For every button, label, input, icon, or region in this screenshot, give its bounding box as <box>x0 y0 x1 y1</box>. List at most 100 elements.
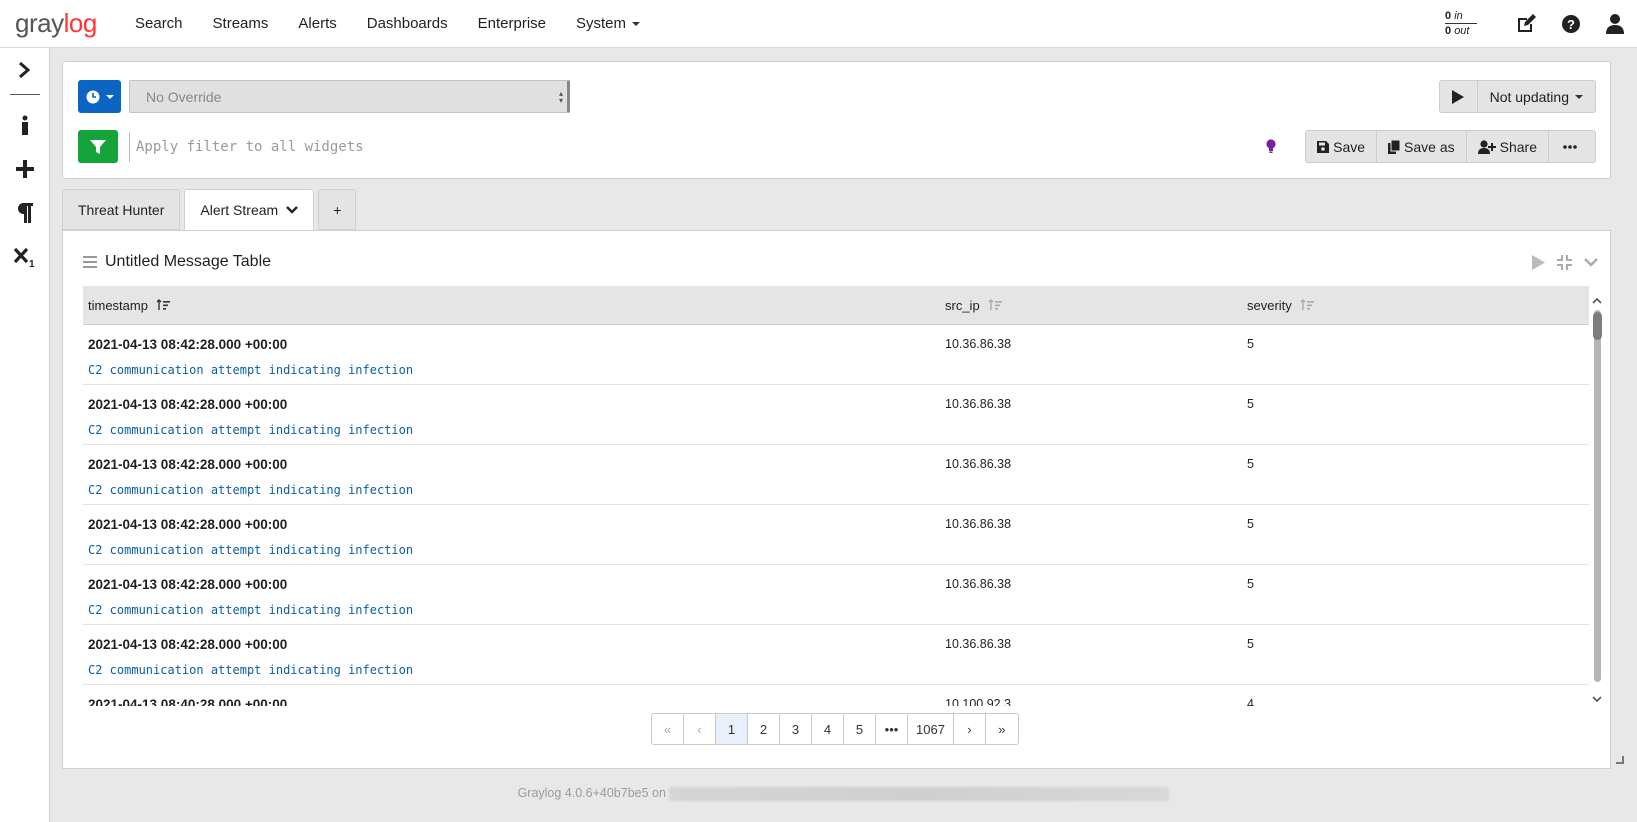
table-row[interactable]: 2021-04-13 08:42:28.000 +00:00 10.36.86.… <box>83 565 1589 625</box>
user-plus-icon <box>1477 139 1496 154</box>
subscript-icon[interactable]: 1 <box>0 235 50 279</box>
plus-icon[interactable] <box>0 147 50 191</box>
column-header-timestamp[interactable]: timestamp <box>83 298 940 313</box>
table-scrollbar[interactable] <box>1590 298 1604 706</box>
paragraph-icon[interactable] <box>0 191 50 235</box>
table-row[interactable]: 2021-04-13 08:42:28.000 +00:00 10.36.86.… <box>83 625 1589 685</box>
page-4-button[interactable]: 4 <box>812 714 844 744</box>
row-src-ip: 10.36.86.38 <box>945 517 1012 531</box>
row-severity: 5 <box>1247 337 1254 351</box>
dashboard-workspace: Untitled Message Table timestamp src_ip … <box>62 230 1611 769</box>
scroll-up-icon[interactable] <box>1592 298 1602 304</box>
widget-resize-handle[interactable] <box>1616 756 1624 764</box>
row-severity: 4 <box>1247 697 1254 706</box>
expand-sidebar-chevron-icon[interactable] <box>0 48 50 92</box>
compress-icon[interactable] <box>1557 255 1572 270</box>
widget-filter-input[interactable] <box>129 132 1129 162</box>
column-header-src-ip[interactable]: src_ip <box>940 298 1242 313</box>
nav-system-dropdown[interactable]: System <box>561 0 655 48</box>
scroll-thumb[interactable] <box>1593 312 1602 340</box>
left-sidebar: 1 <box>0 48 50 822</box>
page-ellipsis-button[interactable]: ••• <box>876 714 908 744</box>
row-message: C2 communication attempt indicating infe… <box>88 423 414 437</box>
dashboard-actions: Save Save as Share <box>1305 130 1596 163</box>
play-refresh-button[interactable] <box>1440 80 1478 113</box>
chevron-down-icon[interactable] <box>286 206 299 214</box>
scroll-down-icon[interactable] <box>1592 696 1602 702</box>
row-severity: 5 <box>1247 397 1254 411</box>
sort-icon[interactable] <box>1300 299 1314 311</box>
row-timestamp: 2021-04-13 08:40:28.000 +00:00 <box>88 697 288 706</box>
tab-threat-hunter[interactable]: Threat Hunter <box>62 189 181 230</box>
last-page-number-button[interactable]: 1067 <box>908 714 954 744</box>
dashboard-tabs: Threat Hunter Alert Stream + <box>62 189 360 231</box>
sort-desc-icon[interactable] <box>156 299 170 311</box>
stream-override-select[interactable]: No Override ▴ ▾ <box>129 80 570 113</box>
save-button[interactable]: Save <box>1306 131 1378 162</box>
time-range-button[interactable] <box>78 80 121 113</box>
svg-text:1: 1 <box>29 259 35 267</box>
redacted-hostname <box>669 786 1170 801</box>
info-icon[interactable] <box>0 103 50 147</box>
nav-alerts[interactable]: Alerts <box>283 0 351 48</box>
column-header-severity[interactable]: severity <box>1242 298 1314 313</box>
row-severity: 5 <box>1247 577 1254 591</box>
row-src-ip: 10.36.86.38 <box>945 577 1012 591</box>
nav-search[interactable]: Search <box>120 0 198 48</box>
row-src-ip: 10.100.92.3 <box>945 697 1012 706</box>
next-page-button[interactable]: › <box>954 714 986 744</box>
graylog-logo[interactable]: gray log <box>0 0 120 48</box>
table-row[interactable]: 2021-04-13 08:42:28.000 +00:00 10.36.86.… <box>83 505 1589 565</box>
nav-enterprise[interactable]: Enterprise <box>463 0 561 48</box>
row-timestamp: 2021-04-13 08:42:28.000 +00:00 <box>88 397 288 412</box>
edit-icon[interactable] <box>1505 0 1549 48</box>
nav-dashboards[interactable]: Dashboards <box>352 0 463 48</box>
copy-icon <box>1388 139 1401 154</box>
sidebar-divider <box>10 94 40 95</box>
table-row[interactable]: 2021-04-13 08:42:28.000 +00:00 10.36.86.… <box>83 445 1589 505</box>
more-actions-button[interactable] <box>1549 131 1595 162</box>
table-row[interactable]: 2021-04-13 08:40:28.000 +00:00 10.100.92… <box>83 685 1589 706</box>
save-as-button[interactable]: Save as <box>1377 131 1467 162</box>
add-tab-button[interactable]: + <box>318 189 357 230</box>
refresh-interval-dropdown[interactable]: Not updating <box>1478 89 1595 105</box>
page-5-button[interactable]: 5 <box>844 714 876 744</box>
chevron-down-icon[interactable] <box>1584 257 1598 268</box>
clock-icon <box>86 90 99 103</box>
share-button[interactable]: Share <box>1467 131 1549 162</box>
refresh-controls: Not updating <box>1438 80 1596 113</box>
first-page-button[interactable]: « <box>652 714 684 744</box>
widget-title[interactable]: Untitled Message Table <box>105 253 271 271</box>
last-page-button[interactable]: » <box>986 714 1018 744</box>
apply-filter-button[interactable] <box>78 130 118 163</box>
row-timestamp: 2021-04-13 08:42:28.000 +00:00 <box>88 637 288 652</box>
row-src-ip: 10.36.86.38 <box>945 637 1012 651</box>
row-timestamp: 2021-04-13 08:42:28.000 +00:00 <box>88 457 288 472</box>
message-table: timestamp src_ip severity 2021-04-13 08:… <box>83 286 1589 706</box>
drag-handle-icon[interactable] <box>83 256 97 268</box>
throughput-indicator[interactable]: 0 in 0 out <box>1445 9 1477 38</box>
scroll-track[interactable] <box>1594 310 1601 682</box>
lightbulb-icon[interactable] <box>1266 139 1276 156</box>
table-header: timestamp src_ip severity <box>83 286 1589 325</box>
row-message: C2 communication attempt indicating infe… <box>88 603 414 617</box>
page-2-button[interactable]: 2 <box>748 714 780 744</box>
page-1-button[interactable]: 1 <box>716 714 748 744</box>
caret-down-icon <box>105 94 114 99</box>
row-message: C2 communication attempt indicating infe… <box>88 663 414 677</box>
play-icon[interactable] <box>1532 255 1545 270</box>
page-3-button[interactable]: 3 <box>780 714 812 744</box>
row-timestamp: 2021-04-13 08:42:28.000 +00:00 <box>88 337 288 352</box>
previous-page-button[interactable]: ‹ <box>684 714 716 744</box>
table-row[interactable]: 2021-04-13 08:42:28.000 +00:00 10.36.86.… <box>83 385 1589 445</box>
row-message: C2 communication attempt indicating infe… <box>88 543 414 557</box>
sort-icon[interactable] <box>988 299 1002 311</box>
tab-alert-stream[interactable]: Alert Stream <box>184 189 315 231</box>
top-navbar: gray log Search Streams Alerts Dashboards… <box>0 0 1637 48</box>
table-row[interactable]: 2021-04-13 08:42:28.000 +00:00 10.36.86.… <box>83 325 1589 385</box>
nav-streams[interactable]: Streams <box>198 0 284 48</box>
user-icon[interactable] <box>1593 0 1637 48</box>
caret-down-icon <box>1575 94 1583 99</box>
help-icon[interactable]: ? <box>1549 0 1593 48</box>
row-severity: 5 <box>1247 457 1254 471</box>
